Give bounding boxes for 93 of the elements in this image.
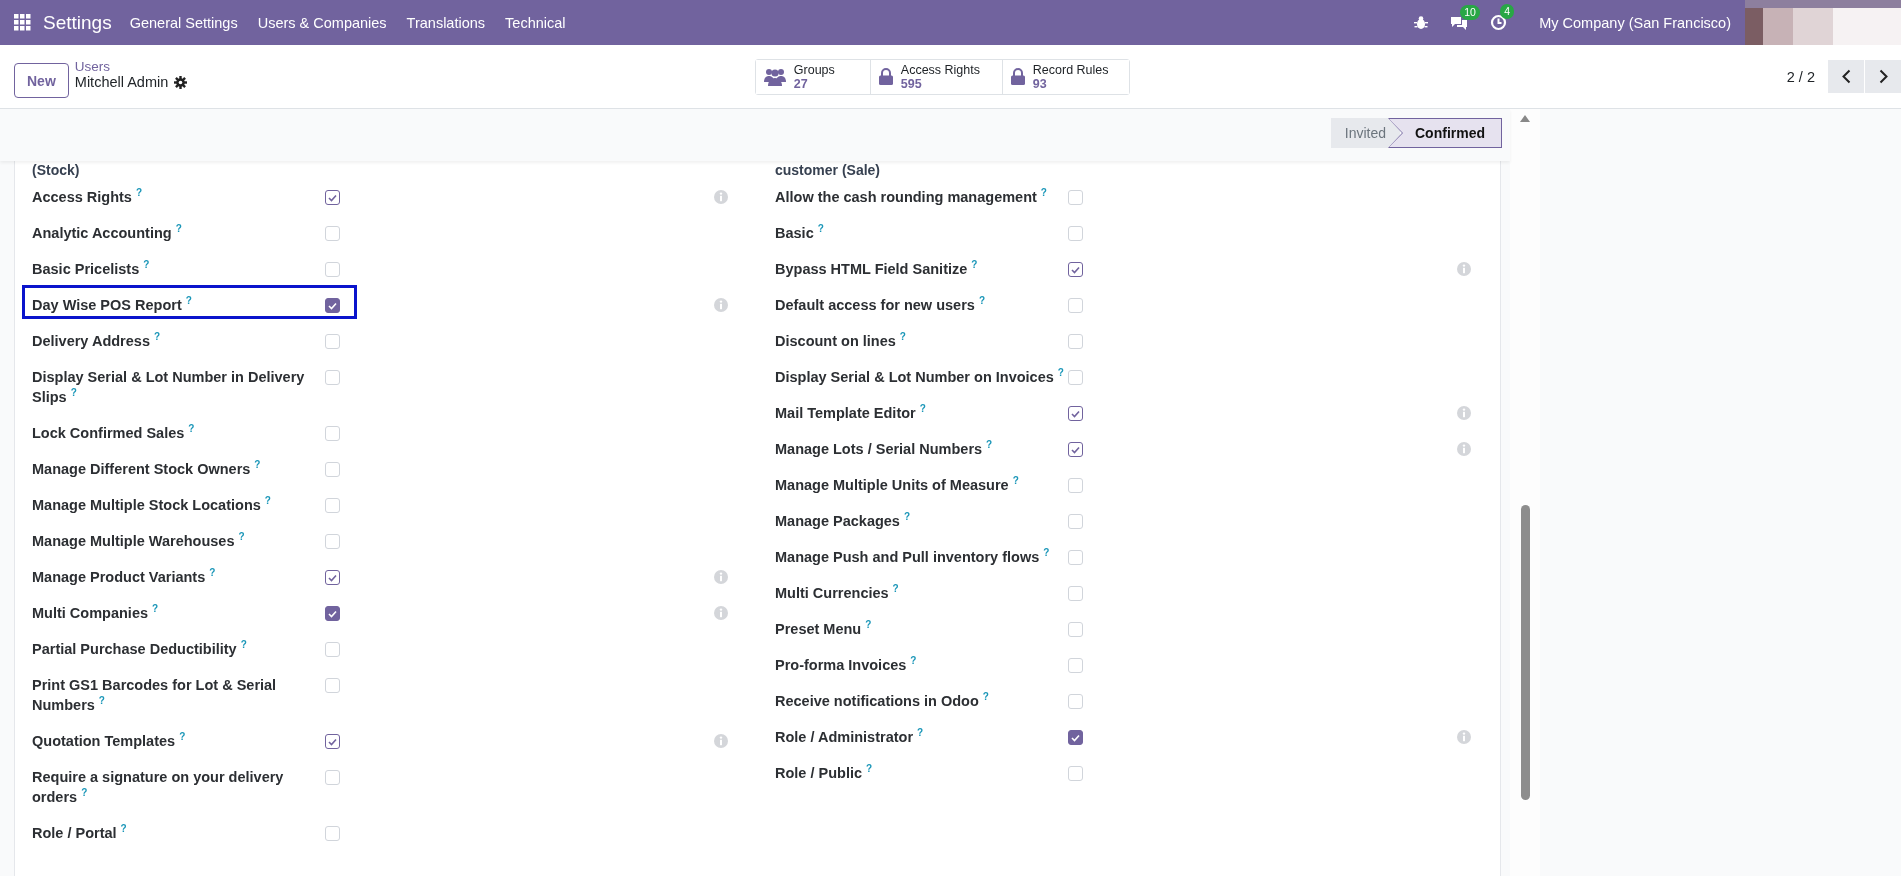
- checkbox[interactable]: [325, 570, 340, 585]
- checkbox[interactable]: [1068, 730, 1083, 745]
- field-label: Role / Administrator $^{?}$: [775, 727, 925, 747]
- field-label: Manage Multiple Units of Measure $^{?}$: [775, 475, 1020, 495]
- scroll-up-icon[interactable]: [1520, 115, 1530, 122]
- app-title[interactable]: Settings: [43, 11, 112, 34]
- count-badge: 4: [1500, 4, 1515, 19]
- field-label: Manage Multiple Warehouses $^{?}$: [32, 531, 246, 551]
- check-icon: [328, 609, 337, 618]
- info-icon[interactable]: [713, 189, 729, 205]
- check-icon: [1071, 733, 1080, 742]
- field-label: Require a signature on your delivery orders $^{?}$: [32, 768, 285, 807]
- field-label: Manage Push and Pull inventory flows $^{?}$: [775, 547, 1051, 567]
- field-label: Multi Currencies $^{?}$: [775, 583, 900, 603]
- info-icon[interactable]: [713, 569, 729, 585]
- chat-icon[interactable]: [1450, 14, 1469, 31]
- field-label: Basic Pricelists $^{?}$: [32, 259, 151, 279]
- bug-icon[interactable]: [1414, 15, 1429, 30]
- check-icon: [1071, 409, 1080, 418]
- info-icon[interactable]: [713, 733, 729, 749]
- scrollbar-thumb[interactable]: [1520, 505, 1530, 800]
- gear-icon[interactable]: [174, 75, 188, 89]
- field-label: Manage Product Variants $^{?}$: [32, 567, 217, 587]
- field-label: Basic $^{?}$: [775, 223, 825, 243]
- field-label: Allow the cash rounding management $^{?}$: [775, 187, 1048, 207]
- checkbox[interactable]: [325, 298, 340, 313]
- field-label: Preset Menu $^{?}$: [775, 619, 873, 639]
- smart-button[interactable]: Groups 27: [755, 59, 871, 94]
- field-label: Display Serial & Lot Number on Invoices $^{?}$: [775, 367, 1065, 387]
- checkbox[interactable]: [325, 606, 340, 621]
- field-label: Day Wise POS Report $^{?}$: [32, 295, 193, 315]
- check-icon: [1071, 265, 1080, 274]
- field-label: Bypass HTML Field Sanitize $^{?}$: [775, 259, 979, 279]
- chevron-right-icon: [1878, 69, 1888, 84]
- status-stage[interactable]: Confirmed: [1388, 118, 1502, 148]
- info-icon[interactable]: [713, 297, 729, 313]
- users-icon: [763, 66, 786, 87]
- checkbox[interactable]: [1068, 442, 1083, 457]
- info-icon[interactable]: [1456, 441, 1472, 457]
- info-icon[interactable]: [1456, 261, 1472, 277]
- field-label: customer (Sale): [775, 161, 882, 179]
- count-badge: 10: [1460, 4, 1480, 20]
- lock-icon: [1010, 68, 1025, 85]
- field-label: Mail Template Editor $^{?}$: [775, 403, 927, 423]
- status-stage[interactable]: Invited: [1330, 118, 1400, 148]
- field-label: Print GS1 Barcodes for Lot & Serial Numbers $^{?}$: [32, 676, 278, 715]
- field-label: Manage Multiple Stock Locations $^{?}$: [32, 495, 272, 515]
- company-switcher[interactable]: My Company (San Francisco): [1539, 14, 1731, 31]
- field-label: Analytic Accounting $^{?}$: [32, 223, 183, 243]
- pager-counter: 2 / 2: [1786, 68, 1815, 85]
- apps-menu-icon[interactable]: [14, 14, 31, 31]
- field-label: Receive notifications in Odoo $^{?}$: [775, 691, 990, 711]
- clock-icon[interactable]: [1490, 14, 1508, 31]
- checkbox[interactable]: [325, 190, 340, 205]
- info-icon[interactable]: [1456, 405, 1472, 421]
- field-label: Lock Confirmed Sales $^{?}$: [32, 423, 196, 443]
- scrollbar[interactable]: [1510, 109, 1540, 876]
- field-label: Partial Purchase Deductibility $^{?}$: [32, 639, 248, 659]
- menu-item[interactable]: General Settings: [129, 14, 238, 31]
- check-icon: [328, 737, 337, 746]
- checkbox[interactable]: [325, 734, 340, 749]
- checkbox[interactable]: [1068, 262, 1083, 277]
- field-label: (Stock): [32, 161, 81, 179]
- field-label: Manage Packages $^{?}$: [775, 511, 912, 531]
- lock-icon: [878, 68, 893, 85]
- field-label: Role / Portal $^{?}$: [32, 823, 128, 843]
- field-label: Access Rights $^{?}$: [32, 187, 144, 207]
- field-label: Default access for new users $^{?}$: [775, 295, 986, 315]
- check-icon: [328, 573, 337, 582]
- menu-item[interactable]: Technical: [505, 14, 566, 31]
- check-icon: [328, 193, 337, 202]
- field-label: Multi Companies $^{?}$: [32, 603, 160, 623]
- menu-item[interactable]: Translations: [406, 14, 486, 31]
- info-icon[interactable]: [1456, 729, 1472, 745]
- field-label: Delivery Address $^{?}$: [32, 331, 162, 351]
- check-icon: [328, 301, 337, 310]
- field-label: Display Serial & Lot Number in Delivery Slips $^{?}$: [32, 368, 306, 407]
- field-label: Pro-forma Invoices $^{?}$: [775, 655, 918, 675]
- field-label: Manage Lots / Serial Numbers $^{?}$: [775, 439, 994, 459]
- previous-button[interactable]: [1828, 60, 1864, 93]
- field-label: Discount on lines $^{?}$: [775, 331, 907, 351]
- field-label: Quotation Templates $^{?}$: [32, 731, 187, 751]
- record-title: Mitchell Admin: [74, 74, 169, 90]
- chevron-left-icon: [1841, 69, 1851, 84]
- menu-item[interactable]: Users & Companies: [257, 14, 387, 31]
- info-icon[interactable]: [713, 605, 729, 621]
- new-button[interactable]: New: [14, 63, 69, 98]
- next-button[interactable]: [1865, 60, 1901, 93]
- checkbox[interactable]: [1068, 406, 1083, 421]
- field-label: Role / Public $^{?}$: [775, 763, 874, 783]
- check-icon: [1071, 445, 1080, 454]
- field-label: Manage Different Stock Owners $^{?}$: [32, 459, 262, 479]
- breadcrumb-link[interactable]: Users: [74, 59, 755, 74]
